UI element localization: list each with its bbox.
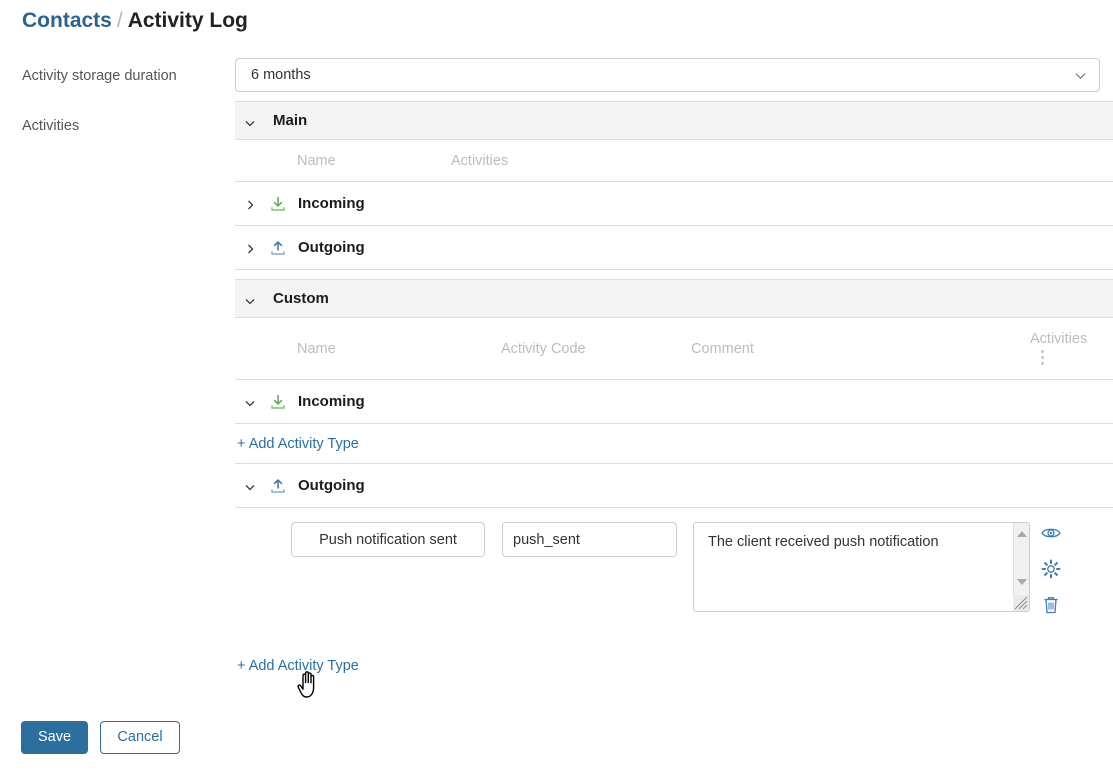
settings-content-column: 6 months Main Name Activities Incoming O… [235, 58, 1113, 616]
chevron-down-icon[interactable] [244, 480, 256, 492]
eye-icon[interactable] [1040, 522, 1062, 544]
group-header-main[interactable]: Main [235, 101, 1113, 140]
label-activities: Activities [22, 118, 80, 134]
scroll-up-arrow-icon[interactable] [1017, 531, 1027, 537]
breadcrumb-link-contacts[interactable]: Contacts [22, 9, 112, 32]
activity-code-input[interactable] [502, 522, 677, 557]
upload-icon [268, 476, 288, 496]
column-header-activity-code: Activity Code [501, 341, 586, 357]
breadcrumb-separator: / [116, 9, 123, 32]
group-title-main: Main [273, 112, 308, 129]
activity-type-name: Outgoing [298, 477, 365, 494]
activity-type-row-custom-incoming[interactable]: Incoming [235, 380, 1113, 424]
kebab-menu-icon[interactable] [1041, 350, 1045, 366]
activity-storage-duration-select[interactable]: 6 months [235, 58, 1100, 92]
group-header-custom[interactable]: Custom [235, 279, 1113, 318]
chevron-right-icon[interactable] [244, 198, 256, 210]
add-activity-type-row-incoming: + Add Activity Type [235, 424, 1113, 464]
add-activity-type-link-outgoing[interactable]: + Add Activity Type [237, 655, 359, 677]
activity-type-row-main-outgoing[interactable]: Outgoing [235, 226, 1113, 270]
download-icon [268, 392, 288, 412]
chevron-down-icon[interactable] [244, 116, 256, 128]
chevron-down-icon[interactable] [244, 396, 256, 408]
select-selected-value: 6 months [251, 67, 311, 83]
add-activity-type-link-incoming[interactable]: + Add Activity Type [237, 424, 359, 464]
column-header-name: Name [297, 153, 336, 169]
breadcrumb: Contacts / Activity Log [22, 7, 248, 35]
column-header-row-main: Name Activities [235, 140, 1113, 182]
activity-type-name: Incoming [298, 393, 365, 410]
page-title: Activity Log [127, 9, 248, 32]
label-activity-storage-duration: Activity storage duration [22, 68, 177, 84]
column-header-comment: Comment [691, 341, 754, 357]
save-button[interactable]: Save [21, 721, 88, 754]
activity-row-actions [1040, 522, 1064, 630]
chevron-right-icon[interactable] [244, 242, 256, 254]
group-title-custom: Custom [273, 290, 329, 307]
group-custom: Custom Name Activity Code Comment Activi… [235, 279, 1113, 616]
group-main: Main Name Activities Incoming Outgoing [235, 101, 1113, 270]
download-icon [268, 194, 288, 214]
trash-icon[interactable] [1040, 594, 1062, 616]
activity-type-row-custom-outgoing[interactable]: Outgoing [235, 464, 1113, 508]
activity-name-input[interactable] [291, 522, 485, 557]
column-header-name: Name [297, 341, 336, 357]
chevron-down-icon [1075, 70, 1086, 81]
activity-entry-row: The client received push notification [235, 508, 1113, 616]
activity-type-row-main-incoming[interactable]: Incoming [235, 182, 1113, 226]
column-header-row-custom: Name Activity Code Comment Activities [235, 318, 1113, 380]
column-header-activities: Activities [451, 153, 509, 169]
upload-icon [268, 238, 288, 258]
activity-type-name: Outgoing [298, 239, 365, 256]
chevron-down-icon[interactable] [244, 294, 256, 306]
activity-comment-textarea[interactable]: The client received push notification [693, 522, 1030, 612]
textarea-resize-handle[interactable] [1013, 595, 1029, 611]
activity-comment-text: The client received push notification [708, 534, 939, 550]
activity-log-page: Contacts / Activity Log Activity storage d… [0, 0, 1113, 775]
cancel-button[interactable]: Cancel [100, 721, 180, 754]
column-header-activities: Activities [1030, 331, 1088, 347]
activity-type-name: Incoming [298, 195, 365, 212]
scroll-down-arrow-icon[interactable] [1017, 579, 1027, 585]
gear-icon[interactable] [1040, 558, 1062, 580]
